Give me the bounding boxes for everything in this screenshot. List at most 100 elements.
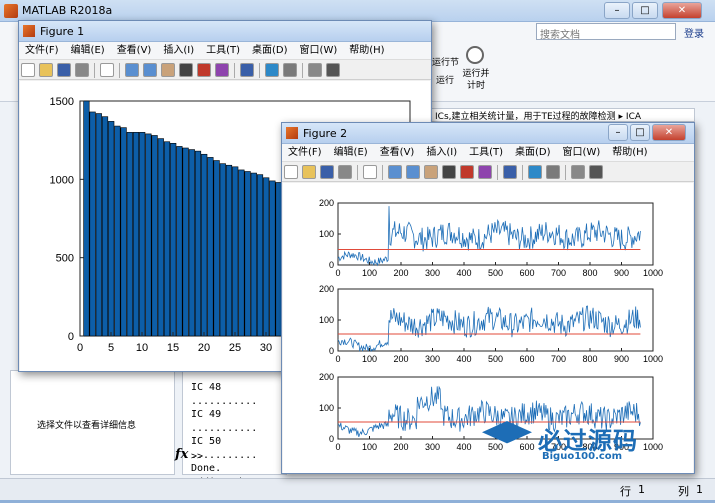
show-tools-icon[interactable] xyxy=(589,165,603,179)
x-tick-label: 0 xyxy=(77,342,83,354)
hide-tools-icon[interactable] xyxy=(571,165,585,179)
colorbar-icon[interactable] xyxy=(265,63,279,77)
link-icon[interactable] xyxy=(240,63,254,77)
save-icon[interactable] xyxy=(320,165,334,179)
run-section-label[interactable]: 运行节 xyxy=(432,55,459,68)
run-label[interactable]: 运行 xyxy=(436,73,454,86)
menu-item[interactable]: 查看(V) xyxy=(111,42,158,60)
pan-icon[interactable] xyxy=(424,165,438,179)
x-tick-label: 700 xyxy=(551,268,566,278)
menu-item[interactable]: 查看(V) xyxy=(374,144,421,162)
x-tick-label: 400 xyxy=(456,268,471,278)
hide-tools-icon[interactable] xyxy=(308,63,322,77)
open-folder-icon[interactable] xyxy=(39,63,53,77)
console-line: IC 49 ........... xyxy=(191,409,258,434)
x-tick-label: 800 xyxy=(582,268,597,278)
menu-item[interactable]: 桌面(D) xyxy=(509,144,557,162)
menu-item[interactable]: 插入(I) xyxy=(157,42,200,60)
menu-item[interactable]: 桌面(D) xyxy=(246,42,294,60)
toolbar-separator xyxy=(234,63,235,78)
legend-icon[interactable] xyxy=(283,63,297,77)
menu-item[interactable]: 文件(F) xyxy=(19,42,65,60)
colorbar-icon[interactable] xyxy=(528,165,542,179)
menu-item[interactable]: 插入(I) xyxy=(420,144,463,162)
print-icon[interactable] xyxy=(75,63,89,77)
data-cursor-icon[interactable] xyxy=(197,63,211,77)
y-tick-label: 100 xyxy=(319,315,334,325)
zoom-out-icon[interactable] xyxy=(406,165,420,179)
menu-item[interactable]: 文件(F) xyxy=(282,144,328,162)
new-file-icon[interactable] xyxy=(21,63,35,77)
figure2-window[interactable]: Figure 2 – □ ✕ 文件(F) 编辑(E) 查看(V) 插入(I) 工具(T)… xyxy=(281,122,695,474)
fig2-minimize-button[interactable]: – xyxy=(608,124,628,141)
bar xyxy=(126,132,133,337)
menu-item[interactable]: 帮助(H) xyxy=(343,42,390,60)
figure2-title-bar[interactable]: Figure 2 – □ ✕ xyxy=(282,123,694,144)
stopwatch-icon[interactable] xyxy=(466,46,484,64)
toolbar-separator xyxy=(522,165,523,180)
login-link[interactable]: 登录 xyxy=(684,25,704,40)
zoom-in-icon[interactable] xyxy=(388,165,402,179)
app-title: MATLAB R2018a xyxy=(22,4,113,17)
x-tick-label: 300 xyxy=(425,442,440,452)
graduation-cap-icon xyxy=(482,421,532,444)
menu-item[interactable]: 编辑(E) xyxy=(328,144,374,162)
brush-icon[interactable] xyxy=(215,63,229,77)
menu-item[interactable]: 窗口(W) xyxy=(557,144,607,162)
toolbar-separator xyxy=(119,63,120,78)
watermark: 必过源码 Biguo100.com xyxy=(482,417,687,467)
minimize-button[interactable]: – xyxy=(604,2,630,19)
fig2-close-button[interactable]: ✕ xyxy=(652,124,686,141)
row-label: 行 xyxy=(620,485,631,498)
maximize-button[interactable]: □ xyxy=(632,2,658,19)
pointer-icon[interactable] xyxy=(100,63,114,77)
y-tick-label: 1500 xyxy=(50,96,74,108)
search-box[interactable]: 搜索文档 xyxy=(536,23,676,41)
figure2-menu-bar: 文件(F) 编辑(E) 查看(V) 插入(I) 工具(T) 桌面(D) 窗口(W) 帮助(H) xyxy=(282,144,694,162)
bar xyxy=(182,147,189,337)
x-tick-label: 0 xyxy=(335,442,340,452)
print-icon[interactable] xyxy=(338,165,352,179)
rotate-icon[interactable] xyxy=(442,165,456,179)
bar xyxy=(238,169,245,337)
y-tick-label: 500 xyxy=(56,253,74,265)
address-bar[interactable]: ICs,建立相关统计量，用于TE过程的故障检测 ▸ ICA xyxy=(420,108,695,122)
y-tick-label: 200 xyxy=(319,284,334,294)
menu-item[interactable]: 工具(T) xyxy=(200,42,246,60)
toolbar-separator xyxy=(382,165,383,180)
x-tick-label: 0 xyxy=(335,268,340,278)
new-file-icon[interactable] xyxy=(284,165,298,179)
bar xyxy=(145,133,152,337)
figure1-toolbar xyxy=(19,60,431,80)
bar xyxy=(219,163,226,337)
fig2-maximize-button[interactable]: □ xyxy=(630,124,650,141)
open-folder-icon[interactable] xyxy=(302,165,316,179)
menu-item[interactable]: 编辑(E) xyxy=(65,42,111,60)
data-cursor-icon[interactable] xyxy=(460,165,474,179)
zoom-in-icon[interactable] xyxy=(125,63,139,77)
save-icon[interactable] xyxy=(57,63,71,77)
console-line: IC 48 ........... xyxy=(191,382,258,407)
menu-item[interactable]: 帮助(H) xyxy=(606,144,653,162)
toolbar-separator xyxy=(302,63,303,78)
zoom-out-icon[interactable] xyxy=(143,63,157,77)
figure1-title-bar[interactable]: Figure 1 xyxy=(19,21,431,42)
legend-icon[interactable] xyxy=(546,165,560,179)
link-icon[interactable] xyxy=(503,165,517,179)
pan-icon[interactable] xyxy=(161,63,175,77)
brush-icon[interactable] xyxy=(478,165,492,179)
pointer-icon[interactable] xyxy=(363,165,377,179)
search-input[interactable]: 搜索文档 xyxy=(540,26,580,41)
run-and-time-button[interactable]: 运行并计时 xyxy=(460,68,492,92)
menu-item[interactable]: 工具(T) xyxy=(463,144,509,162)
command-window[interactable]: IC 48 ........... IC 49 ........... IC 50 … xyxy=(175,370,287,501)
rotate-icon[interactable] xyxy=(179,63,193,77)
bar xyxy=(225,164,233,337)
close-button[interactable]: ✕ xyxy=(662,2,702,19)
show-tools-icon[interactable] xyxy=(326,63,340,77)
bar xyxy=(163,141,171,337)
bar xyxy=(207,157,214,337)
command-prompt[interactable]: >> xyxy=(191,451,203,462)
x-tick-label: 300 xyxy=(425,354,440,364)
menu-item[interactable]: 窗口(W) xyxy=(294,42,344,60)
